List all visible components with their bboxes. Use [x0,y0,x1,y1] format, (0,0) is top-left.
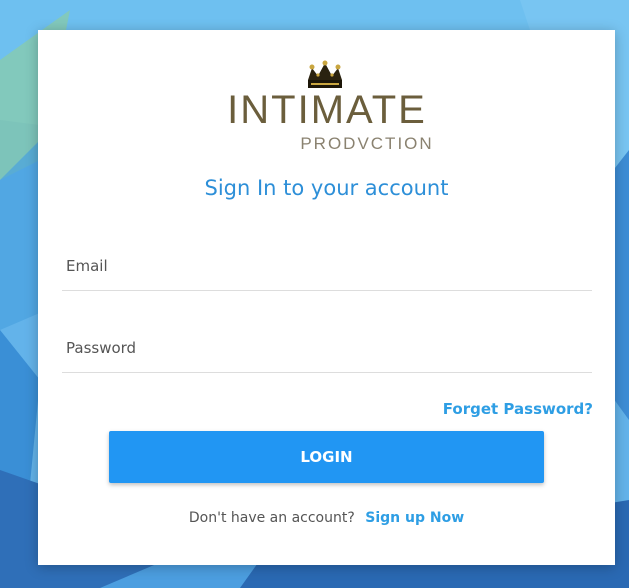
signin-title: Sign In to your account [204,176,449,200]
signup-link[interactable]: Sign up Now [365,510,464,526]
forget-password-link[interactable]: Forget Password? [443,400,593,418]
signup-prompt: Don't have an account? [188,510,355,526]
password-input[interactable] [62,328,590,368]
email-field-wrapper [62,246,592,291]
email-input[interactable] [62,246,590,286]
login-button[interactable]: LOGIN [109,431,544,483]
brand-name: INTIMATE [227,88,427,132]
brand-subtitle: PRODVCTION [300,134,434,153]
signup-row: Don't have an account? Sign up Now [38,510,615,526]
login-card: INTIMATE PRODVCTION Sign In to your acco… [38,30,615,565]
brand-logo: INTIMATE PRODVCTION [212,60,442,160]
password-field-wrapper [62,328,592,373]
